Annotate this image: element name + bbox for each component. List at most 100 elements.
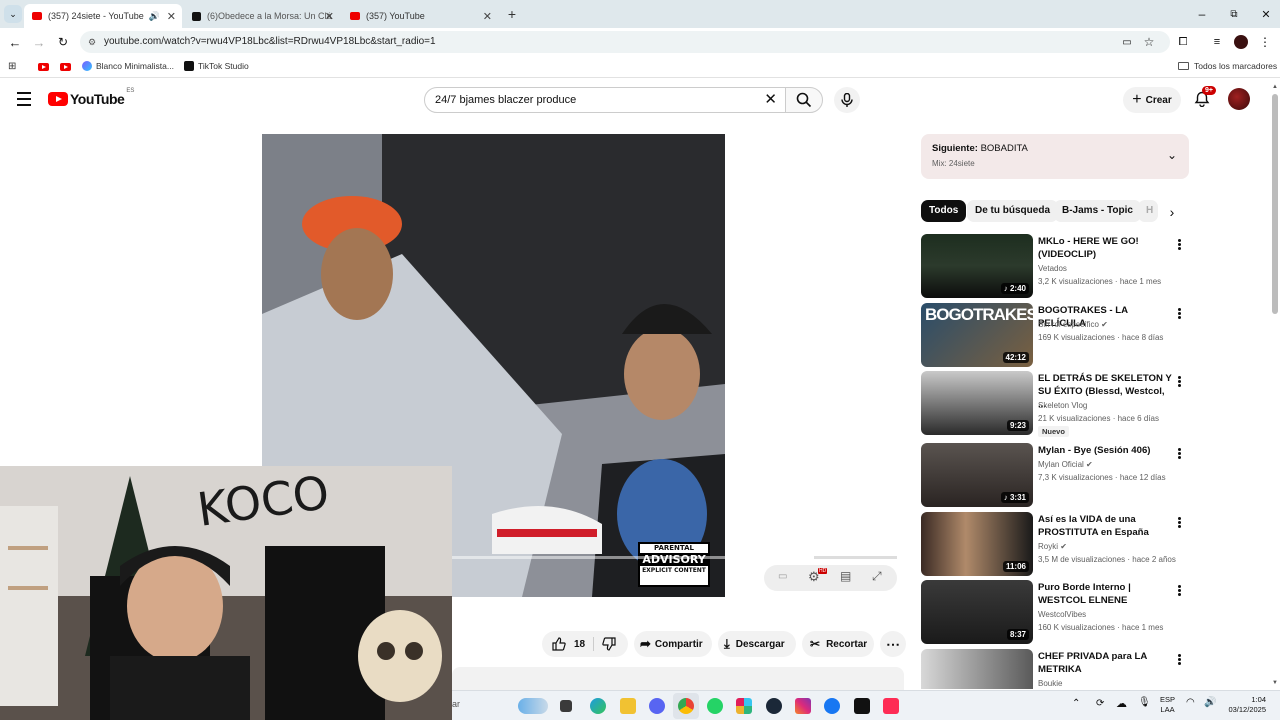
chip-more[interactable]: H [1138,200,1158,222]
tab-3[interactable]: (357) YouTube ✕ [342,4,498,28]
star-icon[interactable]: ☆ [1142,34,1156,50]
video-thumbnail[interactable]: ♪ 2:40 [921,234,1033,298]
clip-button[interactable]: ✂ Recortar [802,631,874,657]
video-title[interactable]: MKLo - HERE WE GO! (VIDEOCLIP) [1038,235,1174,261]
search-button[interactable] [785,87,823,113]
video-title[interactable]: Puro Borde Interno | WESTCOL ELNENE [1038,581,1174,607]
close-icon[interactable]: ✕ [167,10,176,23]
language-indicator[interactable]: ESP LAA [1160,695,1175,715]
slack-icon[interactable] [736,698,752,714]
video-thumbnail[interactable] [921,649,1033,689]
more-options-icon[interactable] [1173,447,1185,461]
whatsapp-icon[interactable] [707,698,723,714]
extensions-icon[interactable]: ⧠ [1176,34,1190,50]
back-icon[interactable]: ← [8,34,22,50]
facebook-icon[interactable] [824,698,840,714]
video-thumbnail[interactable]: BOGOTRAKES 42:12 [921,303,1033,367]
video-thumbnail[interactable]: ♪ 3:31 [921,443,1033,507]
tab-2[interactable]: (6)Obedece a la Morsa: Un Clá ✕ [184,4,340,28]
page-scrollbar[interactable]: ▲ ▼ [1271,84,1279,690]
tab-active[interactable]: (357) 24siete - YouTube 🔊 ✕ [24,4,182,28]
list-item[interactable]: 11:06 Así es la VIDA de una PROSTITUTA e… [921,512,1189,576]
reload-icon[interactable]: ↻ [56,34,70,50]
taskbar-search-text[interactable]: ar [452,699,460,709]
youtube-logo[interactable]: YouTube ES [48,88,134,107]
progress-bar[interactable] [452,556,897,559]
like-button[interactable]: 18 [542,637,594,651]
bookmark-youtube-2[interactable] [60,63,71,71]
more-options-icon[interactable] [1173,375,1185,389]
voice-search-button[interactable] [834,87,860,113]
channel-name[interactable]: Mylan Oficial ✔ [1038,460,1093,469]
video-title[interactable]: CHEF PRIVADA para LA METRIKA [1038,650,1174,676]
channel-name[interactable]: Skeleton Vlog [1038,401,1087,410]
scroll-down-icon[interactable]: ▼ [1272,680,1278,686]
speaker-icon[interactable]: 🔊 [149,11,160,22]
site-info-icon[interactable]: ⚙ [88,31,96,53]
more-options-icon[interactable] [1173,516,1185,530]
fullscreen-icon[interactable]: ⤢ [872,569,882,584]
file-explorer-icon[interactable] [620,698,636,714]
chip-bjams-topic[interactable]: B-Jams - Topic [1054,200,1141,222]
volume-icon[interactable]: 🔊 [1204,697,1216,708]
cloud-icon[interactable]: ☁ [1116,697,1127,710]
search-input[interactable]: 24/7 bjames blaczer produce ✕ [424,87,786,113]
download-button[interactable]: ⤓ Descargar [718,631,796,657]
more-options-icon[interactable] [1173,653,1185,667]
close-icon[interactable]: ✕ [325,10,334,23]
restore-button[interactable]: ⧉ [1226,6,1242,22]
chrome-icon[interactable] [678,698,694,714]
bookmark-blanco[interactable]: Blanco Minimalista... [82,61,174,71]
tab-search-button[interactable]: ⌄ [4,5,22,23]
chevron-right-icon[interactable]: › [1164,204,1180,220]
list-item[interactable]: CHEF PRIVADA para LA METRIKA Boukie [921,649,1189,689]
list-item[interactable]: ♪ 2:40 MKLo - HERE WE GO! (VIDEOCLIP) Ve… [921,234,1189,298]
notifications-button[interactable]: 9+ [1192,86,1216,110]
bookmark-tiktok[interactable]: TikTok Studio [184,61,249,71]
search-highlight-icon[interactable] [518,698,548,714]
hamburger-menu-icon[interactable] [16,92,32,106]
cast-icon[interactable]: ▭ [1120,34,1134,50]
tiktok-icon[interactable] [854,698,870,714]
channel-name[interactable]: Sin rol específico ✔ [1038,320,1108,329]
all-bookmarks[interactable]: Todos los marcadores [1178,61,1277,71]
scroll-up-icon[interactable]: ▲ [1272,84,1278,90]
account-avatar[interactable] [1228,88,1250,110]
video-thumbnail[interactable]: 11:06 [921,512,1033,576]
steam-icon[interactable] [766,698,782,714]
list-item[interactable]: BOGOTRAKES 42:12 BOGOTRAKES - LA PELÍCUL… [921,303,1189,367]
video-thumbnail[interactable]: 9:23 [921,371,1033,435]
video-thumbnail[interactable]: 8:37 [921,580,1033,644]
scroll-thumb[interactable] [1272,94,1278,314]
list-item[interactable]: ♪ 3:31 Mylan - Bye (Sesión 406) Mylan Of… [921,443,1189,507]
close-window-button[interactable]: ✕ [1258,6,1274,22]
tiktok-studio-icon[interactable] [883,698,899,714]
chevron-up-icon[interactable]: ⌃ [1072,698,1080,709]
profile-avatar[interactable] [1234,35,1248,49]
task-view-icon[interactable] [560,700,572,712]
list-item[interactable]: 9:23 EL DETRÁS DE SKELETON Y SU ÉXITO (B… [921,371,1189,437]
channel-name[interactable]: Royki ✔ [1038,542,1067,551]
video-title[interactable]: Así es la VIDA de una PROSTITUTA en Espa… [1038,513,1174,539]
apps-icon[interactable]: ⊞ [8,61,16,72]
media-icon[interactable]: ≡ [1210,34,1224,50]
new-tab-button[interactable]: + [504,6,520,22]
bookmark-youtube-1[interactable] [38,63,49,71]
close-icon[interactable]: ✕ [483,10,492,23]
chevron-down-icon[interactable]: ⌄ [1167,148,1177,162]
microphone-icon[interactable]: 🎙 [1138,697,1151,708]
video-title[interactable]: Mylan - Bye (Sesión 406) [1038,444,1174,457]
wifi-icon[interactable]: ◠ [1186,697,1195,708]
forward-icon[interactable]: → [32,34,46,50]
clock[interactable]: 1:04 03/12/2025 [1222,695,1266,715]
create-button[interactable]: + Crear [1123,87,1181,113]
url-input[interactable]: ⚙ youtube.com/watch?v=rwu4VP18Lbc&list=R… [80,31,1170,53]
share-button[interactable]: ➦ Compartir [634,631,712,657]
edge-icon[interactable] [590,698,606,714]
clear-search-icon[interactable]: ✕ [764,88,777,112]
instagram-icon[interactable] [795,698,811,714]
more-actions-button[interactable]: ⋯ [880,631,906,657]
channel-name[interactable]: Boukie [1038,679,1062,688]
dislike-button[interactable] [594,637,616,651]
autoplay-toggle-icon[interactable]: ▭ [778,571,787,582]
